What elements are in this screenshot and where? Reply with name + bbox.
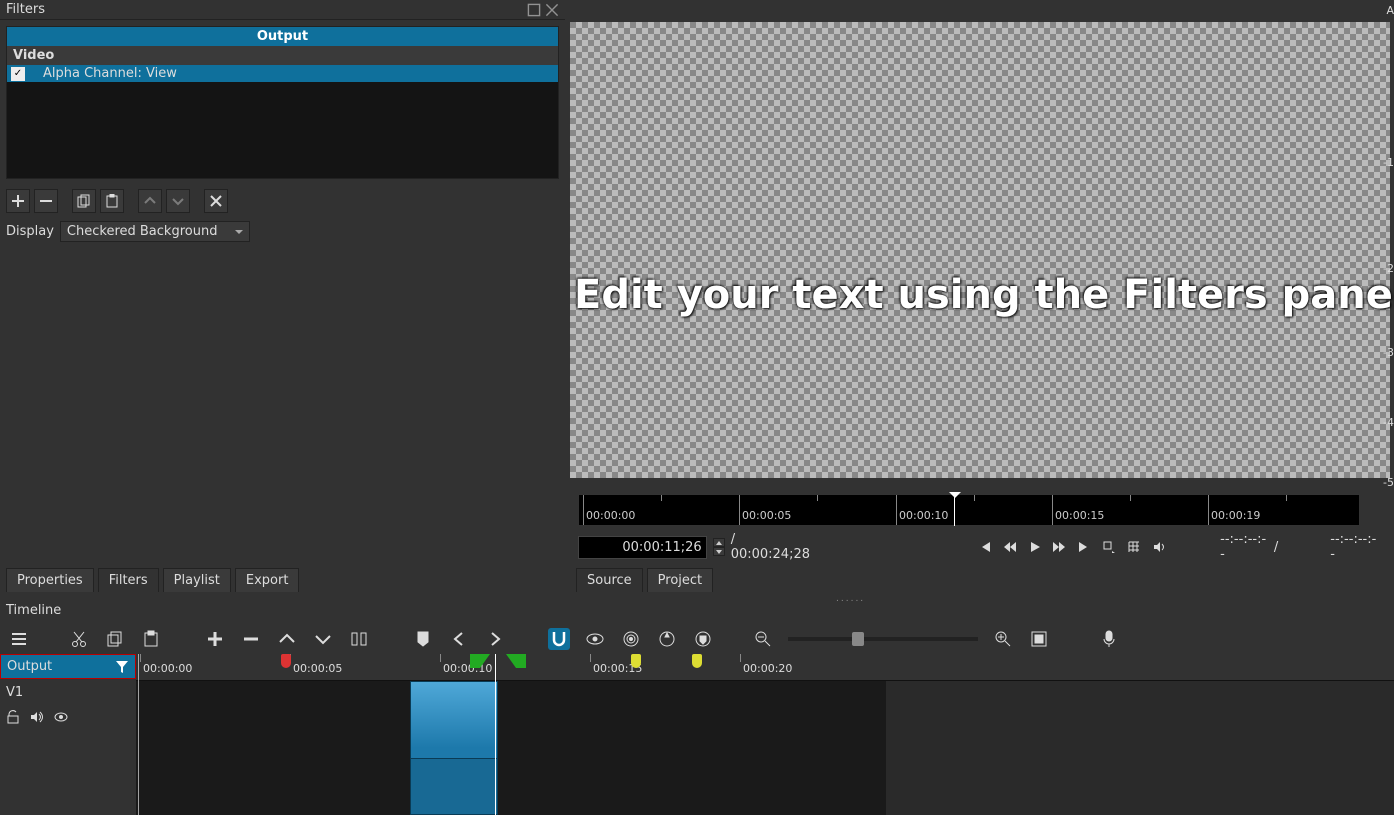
overwrite-button[interactable]	[312, 628, 334, 650]
marker-yellow-2[interactable]	[692, 654, 702, 668]
ripple-all-button[interactable]	[656, 628, 678, 650]
timeline-menu-button[interactable]	[8, 628, 30, 650]
ripple-markers-button[interactable]	[692, 628, 714, 650]
volume-button[interactable]	[1149, 537, 1168, 557]
timeline-tracks[interactable]: 00:00:00 00:00:05 00:00:10 00:00:15 00:0…	[136, 654, 1394, 815]
copy-button[interactable]	[104, 628, 126, 650]
add-filter-button[interactable]	[6, 189, 30, 213]
hide-icon[interactable]	[54, 710, 68, 724]
out-time: --:--:--:--	[1330, 532, 1378, 562]
display-label: Display	[6, 224, 54, 239]
audio-meter-2: -2	[1383, 262, 1394, 275]
copy-filter-button[interactable]	[72, 189, 96, 213]
main-tabs: Properties Filters Playlist Export	[6, 568, 299, 592]
prev-marker-button[interactable]	[448, 628, 470, 650]
close-panel-icon[interactable]	[545, 3, 559, 17]
skip-next-button[interactable]	[1075, 537, 1094, 557]
ripple-button[interactable]	[620, 628, 642, 650]
output-track-header[interactable]: Output	[0, 654, 136, 679]
in-time: --:--:--:--	[1220, 532, 1268, 562]
source-tabs: Source Project	[576, 568, 713, 592]
deselect-filter-button[interactable]	[204, 189, 228, 213]
mute-icon[interactable]	[30, 710, 44, 724]
paste-button[interactable]	[140, 628, 162, 650]
filter-enabled-checkbox[interactable]: ✓	[11, 67, 25, 81]
zoom-slider[interactable]	[788, 637, 978, 641]
track-header-v1[interactable]: V1	[0, 679, 136, 706]
marker-red[interactable]	[281, 654, 291, 668]
split-button[interactable]	[348, 628, 370, 650]
zoom-out-button[interactable]	[752, 628, 774, 650]
filter-icon	[115, 660, 129, 674]
video-preview[interactable]: Edit your text using the Filters panel.	[570, 22, 1390, 478]
skip-previous-button[interactable]	[975, 537, 994, 557]
append-button[interactable]	[204, 628, 226, 650]
tab-filters[interactable]: Filters	[98, 568, 159, 592]
audio-meter-1: -1	[1383, 156, 1394, 169]
time-step-down[interactable]	[713, 547, 725, 556]
tab-playlist[interactable]: Playlist	[163, 568, 231, 592]
filters-list: Output Video ✓ Alpha Channel: View	[6, 26, 559, 179]
timeline-playhead[interactable]	[495, 654, 496, 815]
snap-button[interactable]	[548, 628, 570, 650]
fast-forward-button[interactable]	[1050, 537, 1069, 557]
next-marker-button[interactable]	[484, 628, 506, 650]
filter-name: Alpha Channel: View	[43, 66, 177, 81]
zoom-dropdown[interactable]	[1100, 537, 1119, 557]
scrub-audio-button[interactable]	[584, 628, 606, 650]
time-step-up[interactable]	[713, 538, 725, 547]
remove-filter-button[interactable]	[34, 189, 58, 213]
duration-label: / 00:00:24;28	[731, 532, 814, 562]
filter-item[interactable]: ✓ Alpha Channel: View	[7, 65, 558, 82]
marker-yellow-1[interactable]	[631, 654, 641, 668]
lift-button[interactable]	[276, 628, 298, 650]
timeline-title: Timeline	[0, 600, 1394, 621]
play-button[interactable]	[1025, 537, 1044, 557]
paste-filter-button[interactable]	[100, 189, 124, 213]
filters-title-text: Filters	[6, 2, 45, 17]
timeline-start	[138, 654, 139, 815]
undock-icon[interactable]	[527, 3, 541, 17]
preview-text: Edit your text using the Filters panel.	[570, 272, 1394, 318]
grid-dropdown[interactable]	[1124, 537, 1143, 557]
zoom-in-button[interactable]	[992, 628, 1014, 650]
move-filter-down-button[interactable]	[166, 189, 190, 213]
cut-button[interactable]	[68, 628, 90, 650]
timeline-ruler[interactable]: 00:00:00 00:00:05 00:00:10 00:00:15 00:0…	[136, 654, 1394, 681]
scrub-playhead[interactable]	[949, 492, 961, 504]
loop-out-marker[interactable]	[506, 654, 526, 668]
audio-meter-top: A	[1386, 4, 1394, 17]
ripple-delete-button[interactable]	[240, 628, 262, 650]
tab-project[interactable]: Project	[647, 568, 713, 592]
preview-scrubber[interactable]: 00:00:00 00:00:05 00:00:10 00:00:15 00:0…	[578, 494, 1360, 526]
tab-source[interactable]: Source	[576, 568, 643, 592]
filter-target: Output	[7, 27, 558, 46]
tab-export[interactable]: Export	[235, 568, 300, 592]
lock-icon[interactable]	[6, 710, 20, 724]
audio-meter-5: -5	[1383, 476, 1394, 489]
loop-in-marker[interactable]	[470, 654, 490, 668]
tab-properties[interactable]: Properties	[6, 568, 94, 592]
timeline-clip[interactable]	[410, 681, 498, 815]
filter-section: Video	[7, 46, 558, 65]
filters-panel-title: Filters	[0, 0, 565, 20]
rewind-button[interactable]	[1000, 537, 1019, 557]
move-filter-up-button[interactable]	[138, 189, 162, 213]
zoom-fit-button[interactable]	[1028, 628, 1050, 650]
marker-button[interactable]	[412, 628, 434, 650]
audio-meter-4: -4	[1383, 416, 1394, 429]
zoom-slider-handle[interactable]	[852, 632, 864, 646]
record-audio-button[interactable]	[1098, 628, 1120, 650]
current-time-input[interactable]: 00:00:11;26	[578, 536, 707, 559]
audio-meter-3: -3	[1383, 346, 1394, 359]
display-mode-select[interactable]: Checkered Background	[60, 221, 250, 242]
